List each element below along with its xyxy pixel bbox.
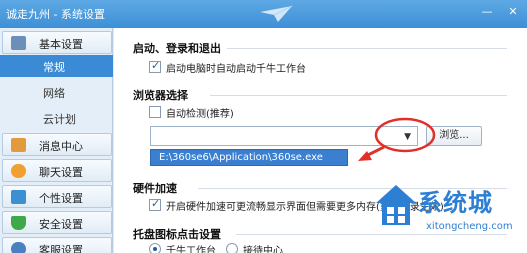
- minimize-button[interactable]: —: [480, 5, 494, 19]
- chat-icon: [11, 164, 26, 178]
- sidebar-group-chat-settings[interactable]: 聊天设置: [2, 159, 112, 182]
- section-title-startup: 启动、登录和退出: [133, 42, 221, 55]
- sidebar-item-network[interactable]: 网络: [0, 81, 113, 103]
- settings-icon: [11, 36, 26, 50]
- sidebar-group-label: 聊天设置: [39, 166, 83, 179]
- palette-icon: [11, 190, 26, 204]
- hardware-accel-checkbox[interactable]: [149, 197, 161, 211]
- watermark-url: xitongcheng.com: [426, 221, 513, 232]
- annotation-arrow-head: [358, 151, 372, 161]
- sidebar: 基本设置 常规 网络 云计划 消息中心 聊天设置 个性设置 安全设置 客服设置: [0, 28, 113, 253]
- tray-reception-label: 接待中心: [243, 246, 283, 253]
- section-title-browser: 浏览器选择: [133, 89, 188, 102]
- sidebar-group-security-settings[interactable]: 安全设置: [2, 211, 112, 234]
- sidebar-group-message-center[interactable]: 消息中心: [2, 133, 112, 156]
- browse-button[interactable]: 浏览...: [426, 126, 482, 146]
- dropdown-option-360se[interactable]: E:\360se6\Application\360se.exe: [150, 149, 348, 166]
- close-button[interactable]: ✕: [506, 5, 520, 19]
- auto-start-label: 启动电脑时自动启动千牛工作台: [166, 64, 306, 75]
- tray-workbench-label: 千牛工作台: [166, 246, 216, 253]
- tray-workbench-radio[interactable]: [149, 243, 161, 253]
- sidebar-group-personalization[interactable]: 个性设置: [2, 185, 112, 208]
- chevron-down-icon[interactable]: ▼: [404, 132, 411, 142]
- sidebar-group-label: 安全设置: [39, 218, 83, 231]
- sidebar-item-label: 云计划: [43, 113, 76, 126]
- auto-start-checkbox[interactable]: [149, 59, 161, 73]
- watermark-brand: 系统城: [418, 189, 493, 217]
- sidebar-group-label: 基本设置: [39, 38, 83, 51]
- window-title: 诚走九州 - 系统设置: [6, 8, 105, 21]
- watermark: 系统城 xitongcheng.com: [370, 181, 525, 251]
- sidebar-group-label: 客服设置: [39, 244, 83, 253]
- headset-icon: [11, 242, 26, 253]
- section-divider: [210, 95, 507, 96]
- section-title-tray: 托盘图标点击设置: [133, 228, 221, 241]
- mail-icon: [11, 138, 26, 152]
- shield-icon: [11, 216, 26, 230]
- house-logo-icon: [376, 185, 416, 225]
- sidebar-item-cloud-plan[interactable]: 云计划: [0, 107, 113, 129]
- auto-detect-label: 自动检测(推荐): [166, 109, 234, 120]
- sidebar-item-label: 常规: [43, 61, 65, 74]
- annotation-arrow-line: [365, 145, 385, 158]
- section-divider: [227, 48, 507, 49]
- dropdown-option-label: E:\360se6\Application\360se.exe: [159, 152, 323, 163]
- auto-detect-checkbox[interactable]: [149, 106, 161, 118]
- sidebar-group-label: 个性设置: [39, 192, 83, 205]
- sidebar-item-label: 网络: [43, 87, 65, 100]
- browser-path-combobox[interactable]: ▼: [150, 126, 418, 146]
- section-title-hardware: 硬件加速: [133, 182, 177, 195]
- sidebar-group-basic-settings[interactable]: 基本设置: [2, 31, 112, 54]
- tray-reception-radio[interactable]: [226, 243, 238, 253]
- sidebar-item-general[interactable]: 常规: [0, 55, 113, 77]
- paper-plane-icon: [260, 5, 293, 22]
- sidebar-group-service-settings[interactable]: 客服设置: [2, 237, 112, 253]
- sidebar-group-label: 消息中心: [39, 140, 83, 153]
- title-bar: 诚走九州 - 系统设置 — ✕: [0, 0, 527, 28]
